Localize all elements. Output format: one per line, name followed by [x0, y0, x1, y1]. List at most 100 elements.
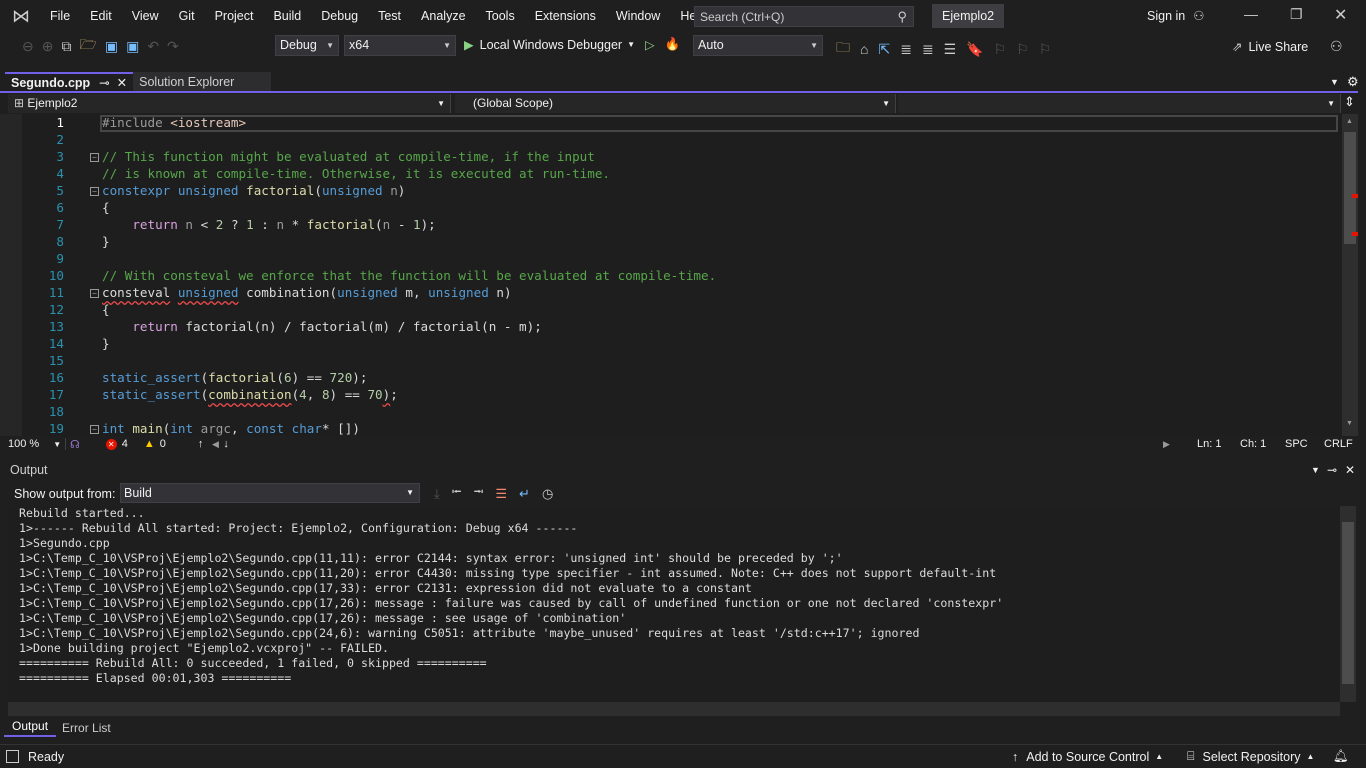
start-without-debugging-icon[interactable]: ▷ — [645, 37, 655, 52]
code-token: // This function might be evaluated at c… — [102, 149, 595, 164]
editor-vertical-scrollbar[interactable]: ▲ ▼ — [1342, 114, 1358, 436]
save-all-icon[interactable]: ▣ — [126, 38, 139, 55]
pointer-icon[interactable]: ⇱ — [878, 41, 890, 58]
next-bookmark-icon[interactable]: ⚐ — [1016, 41, 1029, 58]
column-number[interactable]: Ch: 1 — [1240, 438, 1266, 450]
output-vertical-scrollbar[interactable] — [1340, 506, 1356, 702]
output-text[interactable]: Rebuild started... 1>------ Rebuild All s… — [8, 506, 1340, 702]
start-debugging-button[interactable]: ▶ Local Windows Debugger ▼ ▷ 🔥 — [464, 37, 680, 52]
redo-icon[interactable]: ↷ — [167, 38, 179, 55]
error-count-button[interactable]: ✕ 4 — [105, 438, 128, 450]
select-repository-button[interactable]: ⌸ Select Repository ▲ — [1187, 749, 1314, 764]
split-icon[interactable]: ⇕ — [1344, 94, 1355, 110]
close-button[interactable]: ✕ — [1334, 5, 1347, 25]
warning-count-button[interactable]: ▲ 0 — [144, 438, 166, 450]
tab-list-dropdown-icon[interactable]: ▼ — [1330, 77, 1339, 87]
bookmark-icon[interactable]: 🔖 — [966, 41, 983, 58]
member-dropdown[interactable]: ▼ — [898, 94, 1341, 113]
scroll-right-icon[interactable]: ▶ — [1163, 439, 1170, 450]
collapse-icon[interactable]: − — [90, 289, 99, 298]
gear-icon[interactable]: ⚙ — [1347, 74, 1359, 90]
pin-icon[interactable]: ⊸ — [1327, 463, 1337, 477]
open-folder-icon[interactable]: 🗁 — [79, 34, 96, 58]
menu-edit[interactable]: Edit — [90, 9, 112, 23]
add-to-source-control-button[interactable]: ↑ Add to Source Control ▲ — [1012, 750, 1163, 764]
menu-extensions[interactable]: Extensions — [535, 9, 596, 23]
feedback-icon[interactable]: ⚇ — [1330, 38, 1343, 55]
line-number[interactable]: Ln: 1 — [1197, 438, 1221, 450]
live-share-button[interactable]: ⇗ Live Share — [1232, 39, 1308, 55]
restore-button[interactable]: ❐ — [1290, 6, 1303, 23]
tab-error-list[interactable]: Error List — [56, 721, 117, 735]
close-tab-icon[interactable]: ✕ — [117, 73, 127, 93]
scope-dropdown[interactable]: (Global Scope) ▼ — [455, 94, 896, 113]
intellicode-icon[interactable]: ☊ — [70, 438, 80, 451]
word-wrap-icon[interactable]: ↵ — [519, 486, 530, 502]
clear-all-icon[interactable]: ☰ — [495, 486, 507, 502]
menu-view[interactable]: View — [132, 9, 159, 23]
close-panel-icon[interactable]: ✕ — [1345, 463, 1355, 477]
find-in-files-icon[interactable]: 🗀 — [836, 37, 850, 61]
next-issue-icon[interactable]: ↓ — [223, 438, 229, 450]
timestamp-icon[interactable]: ◷ — [542, 486, 553, 502]
new-project-icon[interactable]: ⧉ — [61, 38, 71, 55]
menu-project[interactable]: Project — [215, 9, 254, 23]
go-to-line-icon[interactable]: ⤓ — [434, 486, 440, 502]
panel-menu-icon[interactable]: ▼ — [1311, 465, 1320, 475]
error-marker — [1352, 232, 1358, 236]
collapse-icon[interactable]: − — [90, 187, 99, 196]
menu-analyze[interactable]: Analyze — [421, 9, 465, 23]
menu-test[interactable]: Test — [378, 9, 401, 23]
outdent-icon[interactable]: ≣ — [922, 41, 934, 58]
code-token: const — [246, 421, 285, 436]
code-token: constexpr — [102, 183, 171, 198]
tab-solution-explorer[interactable]: Solution Explorer — [133, 72, 272, 92]
menu-window[interactable]: Window — [616, 9, 660, 23]
next-message-icon[interactable]: ⭲ — [474, 483, 484, 505]
output-horizontal-scrollbar[interactable] — [8, 702, 1340, 716]
platform-dropdown[interactable]: x64 ▼ — [344, 35, 456, 56]
menu-build[interactable]: Build — [273, 9, 301, 23]
clear-bookmarks-icon[interactable]: ⚐ — [1039, 41, 1052, 58]
notifications-icon[interactable]: 🔔︎ — [1333, 749, 1349, 764]
code-line: } — [102, 234, 110, 249]
collapse-icon[interactable]: − — [90, 153, 99, 162]
spacing-indicator[interactable]: SPC — [1285, 438, 1308, 450]
menu-git[interactable]: Git — [179, 9, 195, 23]
output-source-dropdown[interactable]: Build ▼ — [120, 483, 420, 503]
prev-bookmark-icon[interactable]: ⚐ — [994, 41, 1007, 58]
tab-output[interactable]: Output — [4, 718, 57, 737]
code-token: ) == — [329, 387, 368, 402]
menu-file[interactable]: File — [50, 9, 70, 23]
pin-icon[interactable]: ⊸ — [99, 73, 109, 93]
save-icon[interactable]: ▣ — [105, 38, 118, 55]
code-editor[interactable]: 1 #include <iostream> 2 3−// This function … — [0, 114, 1342, 436]
tab-segundo-cpp[interactable]: Segundo.cpp ⊸ ✕ — [5, 72, 134, 93]
line-ending-indicator[interactable]: CRLF — [1324, 438, 1353, 450]
project-dropdown[interactable]: ⊞ Ejemplo2 ▼ — [8, 94, 451, 113]
configuration-dropdown[interactable]: Debug ▼ — [275, 35, 339, 56]
collapse-icon[interactable]: − — [90, 425, 99, 434]
menu-tools[interactable]: Tools — [486, 9, 515, 23]
zoom-dropdown[interactable]: 100 % ▼ — [8, 438, 66, 450]
undo-icon[interactable]: ↶ — [147, 38, 159, 55]
previous-issue-icon[interactable]: ↑ — [198, 438, 204, 450]
indicator-margin — [0, 114, 22, 436]
comment-icon[interactable]: ☰ — [944, 41, 957, 58]
minimize-button[interactable]: — — [1244, 6, 1258, 22]
solution-config-dropdown[interactable]: Auto ▼ — [693, 35, 823, 56]
hot-reload-icon[interactable]: 🔥 — [665, 37, 681, 52]
indent-icon[interactable]: ≣ — [900, 41, 912, 58]
forward-icon[interactable]: ⊕ — [42, 38, 54, 55]
scroll-left-icon[interactable]: ◀ — [212, 439, 219, 450]
home-window-icon[interactable]: ⌂ — [860, 41, 868, 57]
code-line: } — [102, 336, 110, 351]
previous-message-icon[interactable]: ⭰ — [452, 483, 462, 505]
code-line: constexpr unsigned factorial(unsigned n) — [102, 183, 405, 198]
output-line: ========== Rebuild All: 0 succeeded, 1 f… — [19, 656, 487, 670]
menu-debug[interactable]: Debug — [321, 9, 358, 23]
search-input[interactable]: Search (Ctrl+Q) ⚲ — [694, 6, 914, 27]
back-icon[interactable]: ⊖ — [22, 38, 34, 55]
output-line: 1>------ Rebuild All started: Project: E… — [19, 521, 578, 535]
sign-in-button[interactable]: Sign in ⚇ — [1147, 8, 1204, 24]
